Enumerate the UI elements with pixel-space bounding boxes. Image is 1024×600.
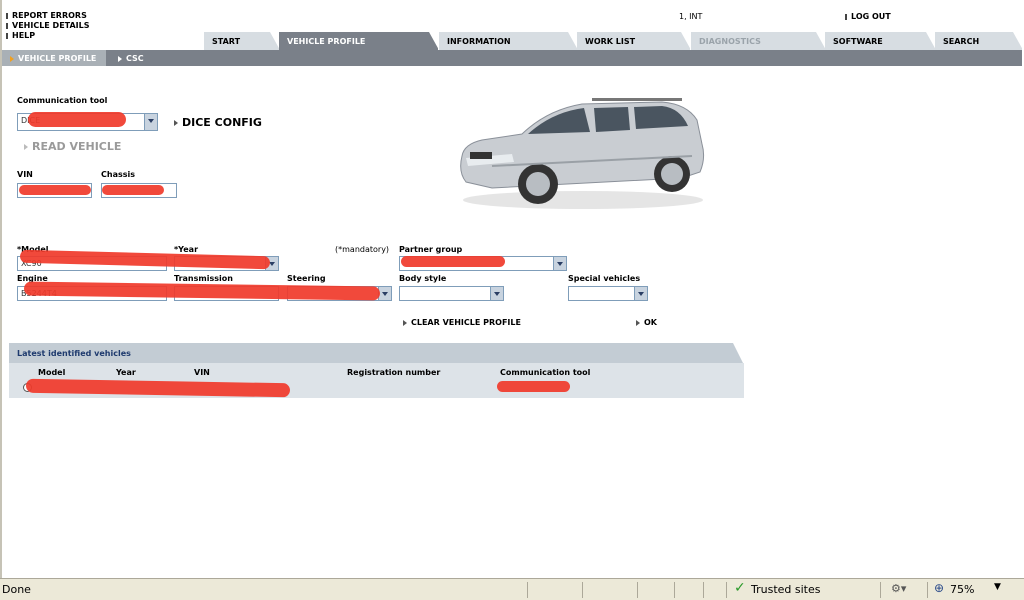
ok-button[interactable]: OK	[636, 318, 657, 327]
redaction	[401, 256, 505, 267]
tab-search[interactable]: SEARCH	[935, 32, 1023, 50]
bullet-icon	[6, 12, 8, 19]
arrow-icon	[403, 319, 407, 326]
column-header-comm-tool: Communication tool	[500, 368, 591, 377]
tab-information[interactable]: INFORMATION	[439, 32, 578, 50]
chevron-down-icon	[553, 257, 566, 270]
vehicle-image	[460, 98, 705, 209]
zoom-level[interactable]: 75%	[950, 583, 974, 596]
partner-group-label: Partner group	[399, 245, 463, 254]
tab-start[interactable]: START	[204, 32, 280, 50]
bullet-icon	[6, 32, 8, 39]
dice-config-button[interactable]: DICE CONFIG	[174, 116, 262, 129]
chevron-down-icon	[490, 287, 503, 300]
arrow-icon	[636, 319, 640, 326]
vehicle-details-link[interactable]: VEHICLE DETAILS	[6, 21, 90, 31]
column-header-model: Model	[38, 368, 66, 377]
left-border	[0, 0, 2, 578]
bullet-icon	[6, 22, 8, 29]
special-vehicles-label: Special vehicles	[568, 274, 641, 283]
sub-navigation: VEHICLE PROFILE CSC	[2, 50, 1022, 66]
arrow-icon	[24, 144, 28, 150]
zoom-dropdown-icon[interactable]: ▼	[994, 582, 1001, 592]
report-errors-link[interactable]: REPORT ERRORS	[6, 11, 90, 21]
vin-label: VIN	[17, 170, 33, 179]
latest-vehicles-header: Latest identified vehicles	[9, 343, 743, 363]
latest-vehicles-title: Latest identified vehicles	[17, 349, 131, 358]
zoom-icon: ⊕	[934, 581, 945, 595]
redaction	[102, 185, 164, 195]
mandatory-note: (*mandatory)	[335, 245, 390, 254]
transmission-label: Transmission	[174, 274, 233, 283]
subtab-vehicle-profile[interactable]: VEHICLE PROFILE	[2, 50, 106, 66]
tab-diagnostics: DIAGNOSTICS	[691, 32, 826, 50]
steering-label: Steering	[287, 274, 326, 283]
chassis-label: Chassis	[101, 170, 135, 179]
column-header-vin: VIN	[194, 368, 210, 377]
user-info: 1, INT	[679, 12, 703, 21]
chevron-down-icon	[634, 287, 647, 300]
arrow-icon	[118, 55, 122, 62]
read-vehicle-button: READ VEHICLE	[24, 140, 121, 153]
tab-vehicle-profile[interactable]: VEHICLE PROFILE	[279, 32, 439, 50]
arrow-icon	[174, 120, 178, 126]
body-style-label: Body style	[399, 274, 447, 283]
logout-link[interactable]: LOG OUT	[845, 12, 891, 21]
security-zone-label: Trusted sites	[751, 583, 821, 596]
redaction	[28, 112, 126, 127]
chevron-down-icon	[144, 114, 157, 130]
arrow-icon	[10, 55, 14, 62]
bullet-icon	[845, 13, 847, 20]
comm-tool-label: Communication tool	[17, 96, 108, 105]
redaction	[497, 381, 570, 392]
tab-work-list[interactable]: WORK LIST	[577, 32, 691, 50]
column-header-registration: Registration number	[347, 368, 441, 377]
top-links: REPORT ERRORS VEHICLE DETAILS HELP	[6, 11, 90, 41]
subtab-csc[interactable]: CSC	[118, 50, 144, 66]
column-header-year: Year	[116, 368, 136, 377]
body-style-select[interactable]	[399, 286, 504, 301]
special-vehicles-select[interactable]	[568, 286, 648, 301]
status-text: Done	[2, 583, 31, 596]
checkmark-icon: ✓	[734, 580, 746, 596]
year-label: *Year	[174, 245, 199, 254]
protected-mode-icon[interactable]: ⚙▾	[891, 582, 906, 595]
tab-software[interactable]: SOFTWARE	[825, 32, 936, 50]
clear-vehicle-profile-button[interactable]: CLEAR VEHICLE PROFILE	[403, 318, 521, 327]
browser-status-bar: Done ✓ Trusted sites ⚙▾ ⊕ 75% ▼	[0, 578, 1024, 600]
help-link[interactable]: HELP	[6, 31, 90, 41]
redaction	[19, 185, 91, 195]
